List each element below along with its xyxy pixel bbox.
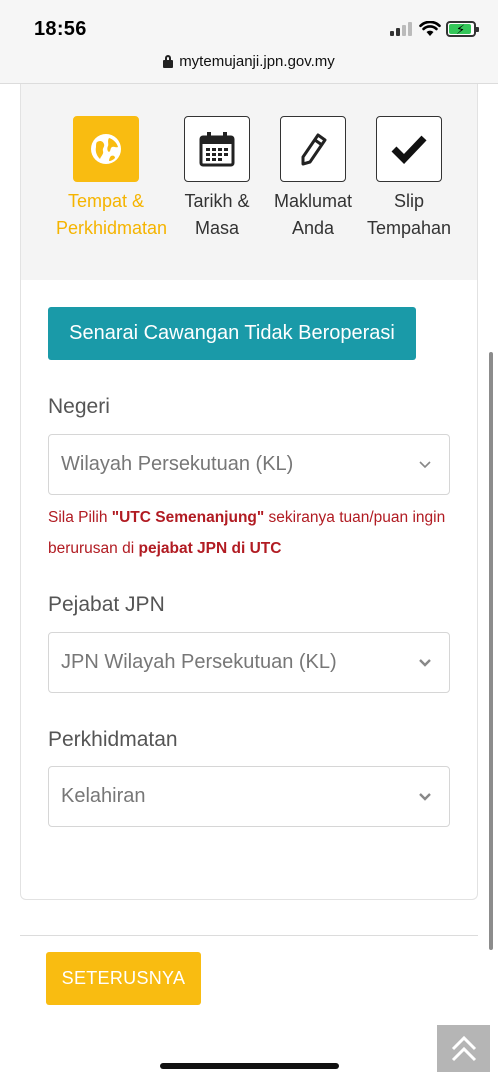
- perkhidmatan-select[interactable]: Kelahiran: [48, 766, 450, 827]
- step-tarikh-masa[interactable]: Tarikh & Masa: [167, 116, 267, 242]
- calendar-icon: [184, 116, 250, 182]
- perkhidmatan-value: Kelahiran: [61, 785, 146, 807]
- url-text: mytemujanji.jpn.gov.my: [179, 53, 335, 70]
- status-bar: 18:56 ⚡: [0, 0, 498, 46]
- pejabat-value: JPN Wilayah Persekutuan (KL): [61, 651, 337, 673]
- status-time: 18:56: [34, 18, 87, 40]
- battery-icon: ⚡: [446, 21, 479, 37]
- checkmark-icon: [376, 116, 442, 182]
- step-label: Slip Tempahan: [366, 191, 452, 238]
- branch-list-button[interactable]: Senarai Cawangan Tidak Beroperasi: [48, 307, 416, 360]
- negeri-value: Wilayah Persekutuan (KL): [61, 453, 294, 475]
- step-label: Tempat & Perkhidmatan: [56, 191, 168, 238]
- lock-icon: [163, 55, 174, 68]
- step-slip-tempahan[interactable]: Slip Tempahan: [359, 116, 459, 242]
- url-bar[interactable]: mytemujanji.jpn.gov.my: [0, 46, 498, 84]
- step-tempat-perkhidmatan[interactable]: Tempat & Perkhidmatan: [56, 116, 168, 242]
- home-indicator[interactable]: [160, 1063, 339, 1069]
- chevron-down-icon: [419, 461, 431, 469]
- double-chevron-up-icon: [451, 1035, 476, 1061]
- booking-card: Tempat & Perkhidmatan Tarikh & Masa Makl…: [20, 84, 478, 900]
- perkhidmatan-label: Perkhidmatan: [48, 728, 178, 751]
- scroll-to-top-button[interactable]: [437, 1025, 490, 1072]
- step-maklumat-anda[interactable]: Maklumat Anda: [263, 116, 363, 242]
- chevron-down-icon: [419, 659, 431, 667]
- negeri-label: Negeri: [48, 395, 110, 418]
- pejabat-label: Pejabat JPN: [48, 593, 165, 616]
- scrollbar[interactable]: [489, 352, 493, 950]
- step-label: Tarikh & Masa: [184, 191, 250, 238]
- pencil-icon: [280, 116, 346, 182]
- step-label: Maklumat Anda: [273, 191, 353, 238]
- pejabat-select[interactable]: JPN Wilayah Persekutuan (KL): [48, 632, 450, 693]
- next-button[interactable]: SETERUSNYA: [46, 952, 201, 1005]
- divider: [20, 935, 478, 936]
- cellular-signal-icon: [390, 22, 412, 36]
- chevron-down-icon: [419, 793, 431, 801]
- step-wizard: Tempat & Perkhidmatan Tarikh & Masa Makl…: [21, 84, 477, 280]
- negeri-select[interactable]: Wilayah Persekutuan (KL): [48, 434, 450, 495]
- utc-hint-text: Sila Pilih "UTC Semenanjung" sekiranya t…: [48, 509, 446, 557]
- wifi-icon: [419, 21, 441, 36]
- globe-icon: [73, 116, 139, 182]
